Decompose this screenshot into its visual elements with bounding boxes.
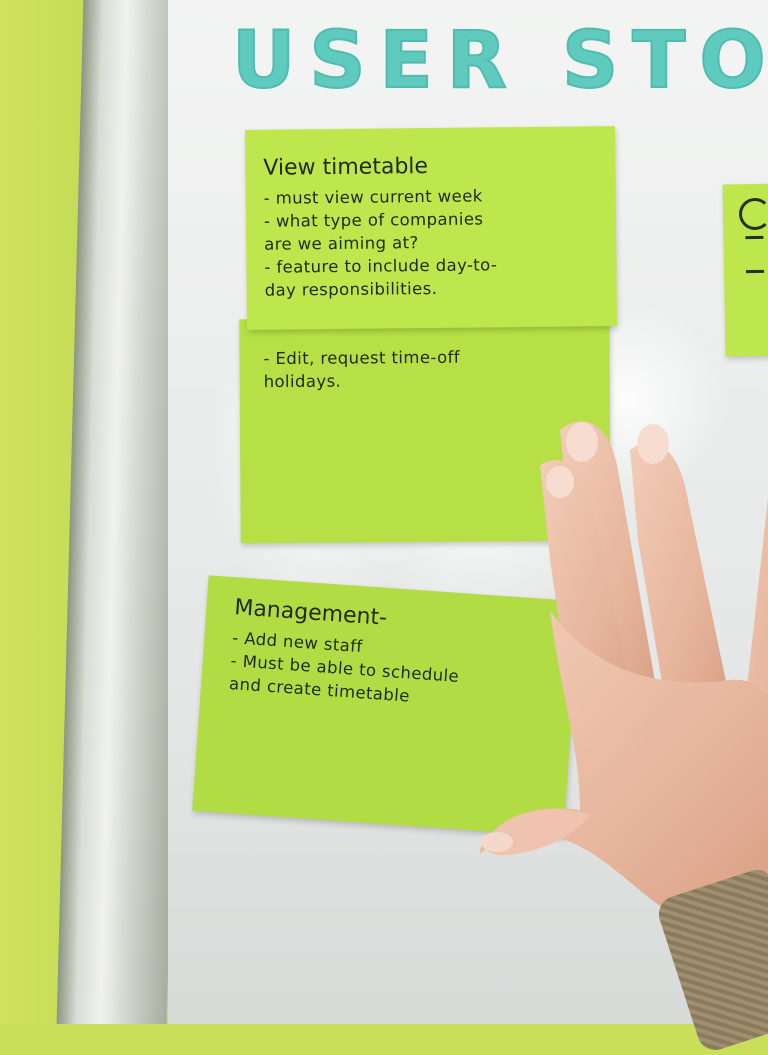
- list-item: - must view current week: [263, 186, 483, 208]
- partial-letter-mark: [738, 197, 768, 231]
- list-item: - Edit, request time-off: [263, 347, 461, 369]
- note-title: View timetable: [263, 154, 429, 181]
- board-title: USER STO: [231, 15, 768, 107]
- list-item: holidays.: [263, 371, 342, 392]
- list-item: day responsibilities.: [264, 278, 438, 300]
- list-item: - what type of companies: [263, 209, 484, 231]
- sticky-note-partial: [722, 183, 768, 357]
- sticky-note-view-timetable: View timetable - must view current week …: [244, 126, 618, 330]
